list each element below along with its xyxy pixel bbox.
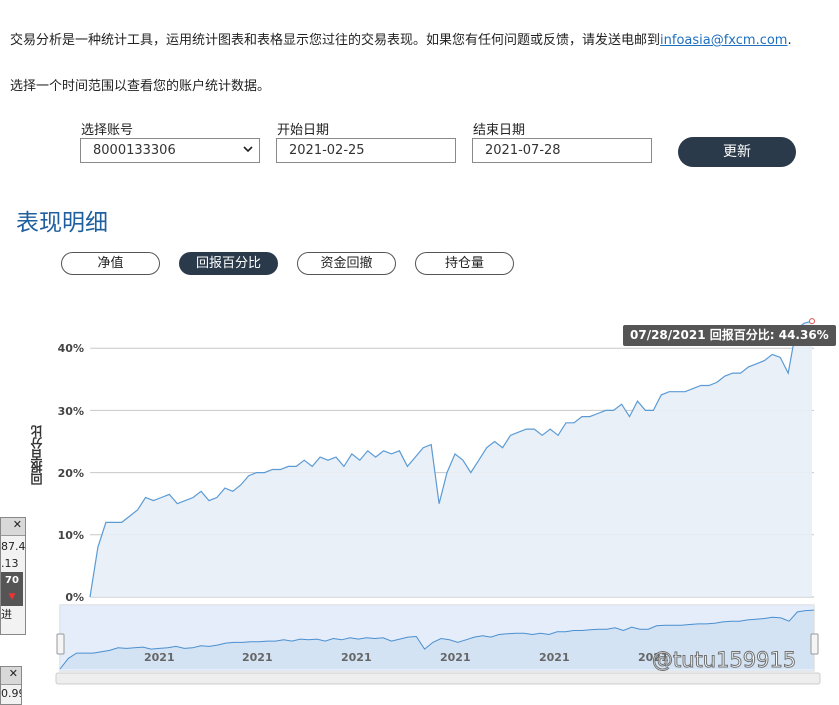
account-select[interactable]: 8000133306 [80,138,260,163]
y-axis-label: 回报百分比 [30,425,44,485]
navigator-right-handle[interactable] [810,633,819,655]
contact-email-link[interactable]: infoasia@fxcm.com [660,33,787,48]
quote-action[interactable]: 进 [1,606,25,623]
end-date-input[interactable]: 2021-07-28 [472,138,652,163]
tab-net-value[interactable]: 净值 [61,252,160,275]
quote-change: .13 [1,557,19,570]
chart-tooltip: 07/28/2021 回报百分比: 44.36% [623,325,836,346]
y-tick-20: 20% [57,467,84,480]
last-point-marker [809,318,815,325]
watermark-text: @tutu159915 [651,648,797,673]
start-date-input[interactable]: 2021-02-25 [276,138,456,163]
quote-spread: 70 ▼ [1,572,23,606]
return-chart [55,318,821,685]
chevron-down-icon [243,146,253,153]
intro-sentence: 交易分析是一种统计工具，运用统计图表和表格显示您过往的交易表现。如果您有任何问题… [10,33,661,48]
end-date-label: 结束日期 [473,123,526,138]
close-icon[interactable]: ✕ [1,518,25,536]
y-tick-30: 30% [57,405,84,418]
quote-price: 0.99 [1,687,21,700]
y-tick-0: 0% [65,591,84,604]
start-date-label: 开始日期 [277,123,330,138]
navigator-label: 2021 [440,651,471,664]
navigator-label: 2021 [144,651,175,664]
y-tick-10: 10% [57,529,84,542]
y-tick-40: 40% [57,342,84,355]
intro-instruction: 选择一个时间范围以查看您的账户统计数据。 [10,79,271,94]
close-icon[interactable]: ✕ [1,667,21,685]
section-title: 表现明细 [16,210,108,236]
tab-drawdown[interactable]: 资金回撤 [297,252,396,275]
tab-return-percent[interactable]: 回报百分比 [179,252,278,275]
floating-quote-panel-2[interactable]: ✕ 0.99 [0,666,22,705]
account-label: 选择账号 [81,123,134,138]
quote-price: 87.43 [1,540,26,553]
intro-text: 交易分析是一种统计工具，运用统计图表和表格显示您过往的交易表现。如果您有任何问题… [10,29,792,48]
down-arrow-icon: ▼ [8,592,16,602]
navigator-left-handle[interactable] [56,633,65,655]
update-button[interactable]: 更新 [678,137,796,167]
navigator-label: 2021 [242,651,273,664]
navigator-scrollbar[interactable] [55,672,821,685]
navigator-label: 2021 [539,651,570,664]
intro-suffix: . [787,33,792,48]
tab-position-size[interactable]: 持仓量 [415,252,514,275]
navigator-label: 2021 [341,651,372,664]
account-select-value: 8000133306 [93,143,176,158]
floating-quote-panel[interactable]: ✕ 87.43 .13 70▼ 进 [0,517,26,635]
